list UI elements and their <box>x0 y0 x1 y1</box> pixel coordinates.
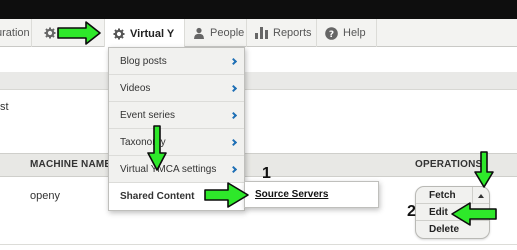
svg-text:?: ? <box>329 30 334 40</box>
chevron-right-icon <box>229 138 238 146</box>
operations-dropbutton: Fetch Edit Delete <box>415 186 490 239</box>
edit-button[interactable]: Edit <box>416 204 489 221</box>
top-black-bar <box>0 0 517 19</box>
toolbar-item-label: Reports <box>273 27 312 39</box>
menu-item-label: Virtual YMCA settings <box>120 163 217 175</box>
menu-item-label: Shared Content <box>120 191 195 202</box>
menu-item-videos[interactable]: Videos <box>109 75 244 102</box>
admin-toolbar: uration Ope Virtual Y People Reports ? H… <box>0 19 517 48</box>
content-header-band <box>0 72 517 90</box>
menu-item-label: Taxonomy <box>120 136 166 148</box>
menu-item-taxonomy[interactable]: Taxonomy <box>109 129 244 156</box>
toolbar-item-reports[interactable]: Reports <box>247 19 317 47</box>
help-icon: ? <box>325 26 338 40</box>
person-icon <box>193 27 205 39</box>
toolbar-item-people[interactable]: People <box>185 19 247 47</box>
chevron-right-icon <box>229 111 238 119</box>
caret-up-icon <box>478 193 484 198</box>
gear-icon <box>113 28 125 40</box>
toolbar-item-virtual-y[interactable]: Virtual Y <box>105 19 185 48</box>
source-servers-link[interactable]: Source Servers <box>255 189 328 200</box>
gear-icon <box>44 27 56 39</box>
toolbar-item-label: uration <box>0 27 30 39</box>
menu-item-label: Videos <box>120 82 151 94</box>
toolbar-item-configuration[interactable]: uration <box>0 19 32 47</box>
step-number-1: 1 <box>262 165 271 182</box>
column-header-machine-name: MACHINE NAME <box>30 159 112 170</box>
chevron-right-icon <box>229 165 238 173</box>
toolbar-item-label: Help <box>343 27 366 39</box>
delete-button[interactable]: Delete <box>416 221 489 238</box>
step-number-2: 2 <box>407 203 416 220</box>
menu-item-event-series[interactable]: Event series <box>109 102 244 129</box>
shared-content-submenu: Source Servers <box>244 181 379 208</box>
toolbar-item-openy[interactable]: Ope <box>36 19 105 47</box>
page-text-fragment: st <box>0 101 9 113</box>
toolbar-item-help[interactable]: ? Help <box>317 19 377 47</box>
chevron-right-icon <box>229 84 238 92</box>
toolbar-item-label: People <box>210 27 245 39</box>
chevron-right-icon <box>229 57 238 65</box>
cell-machine-name: openy <box>30 190 60 202</box>
fetch-label: Fetch <box>429 189 456 201</box>
toolbar-item-label: Ope <box>61 27 82 39</box>
fetch-button[interactable]: Fetch <box>416 187 489 204</box>
menu-item-shared-content[interactable]: Shared Content <box>109 183 244 210</box>
bar-chart-icon <box>255 27 268 39</box>
menu-item-label: Blog posts <box>120 55 167 67</box>
menu-item-blog-posts[interactable]: Blog posts <box>109 48 244 75</box>
row-divider <box>0 244 517 245</box>
column-header-operations: OPERATIONS <box>415 159 483 170</box>
dropbutton-toggle[interactable] <box>472 187 489 204</box>
table-header: MACHINE NAME OPERATIONS <box>0 153 517 177</box>
delete-label: Delete <box>429 224 460 235</box>
toolbar-item-label: Virtual Y <box>130 27 175 40</box>
edit-label: Edit <box>429 206 448 218</box>
menu-item-label: Event series <box>120 109 176 121</box>
virtual-y-dropdown-menu: Blog posts Videos Event series Taxonomy … <box>108 47 245 211</box>
menu-item-virtual-ymca-settings[interactable]: Virtual YMCA settings <box>109 156 244 183</box>
